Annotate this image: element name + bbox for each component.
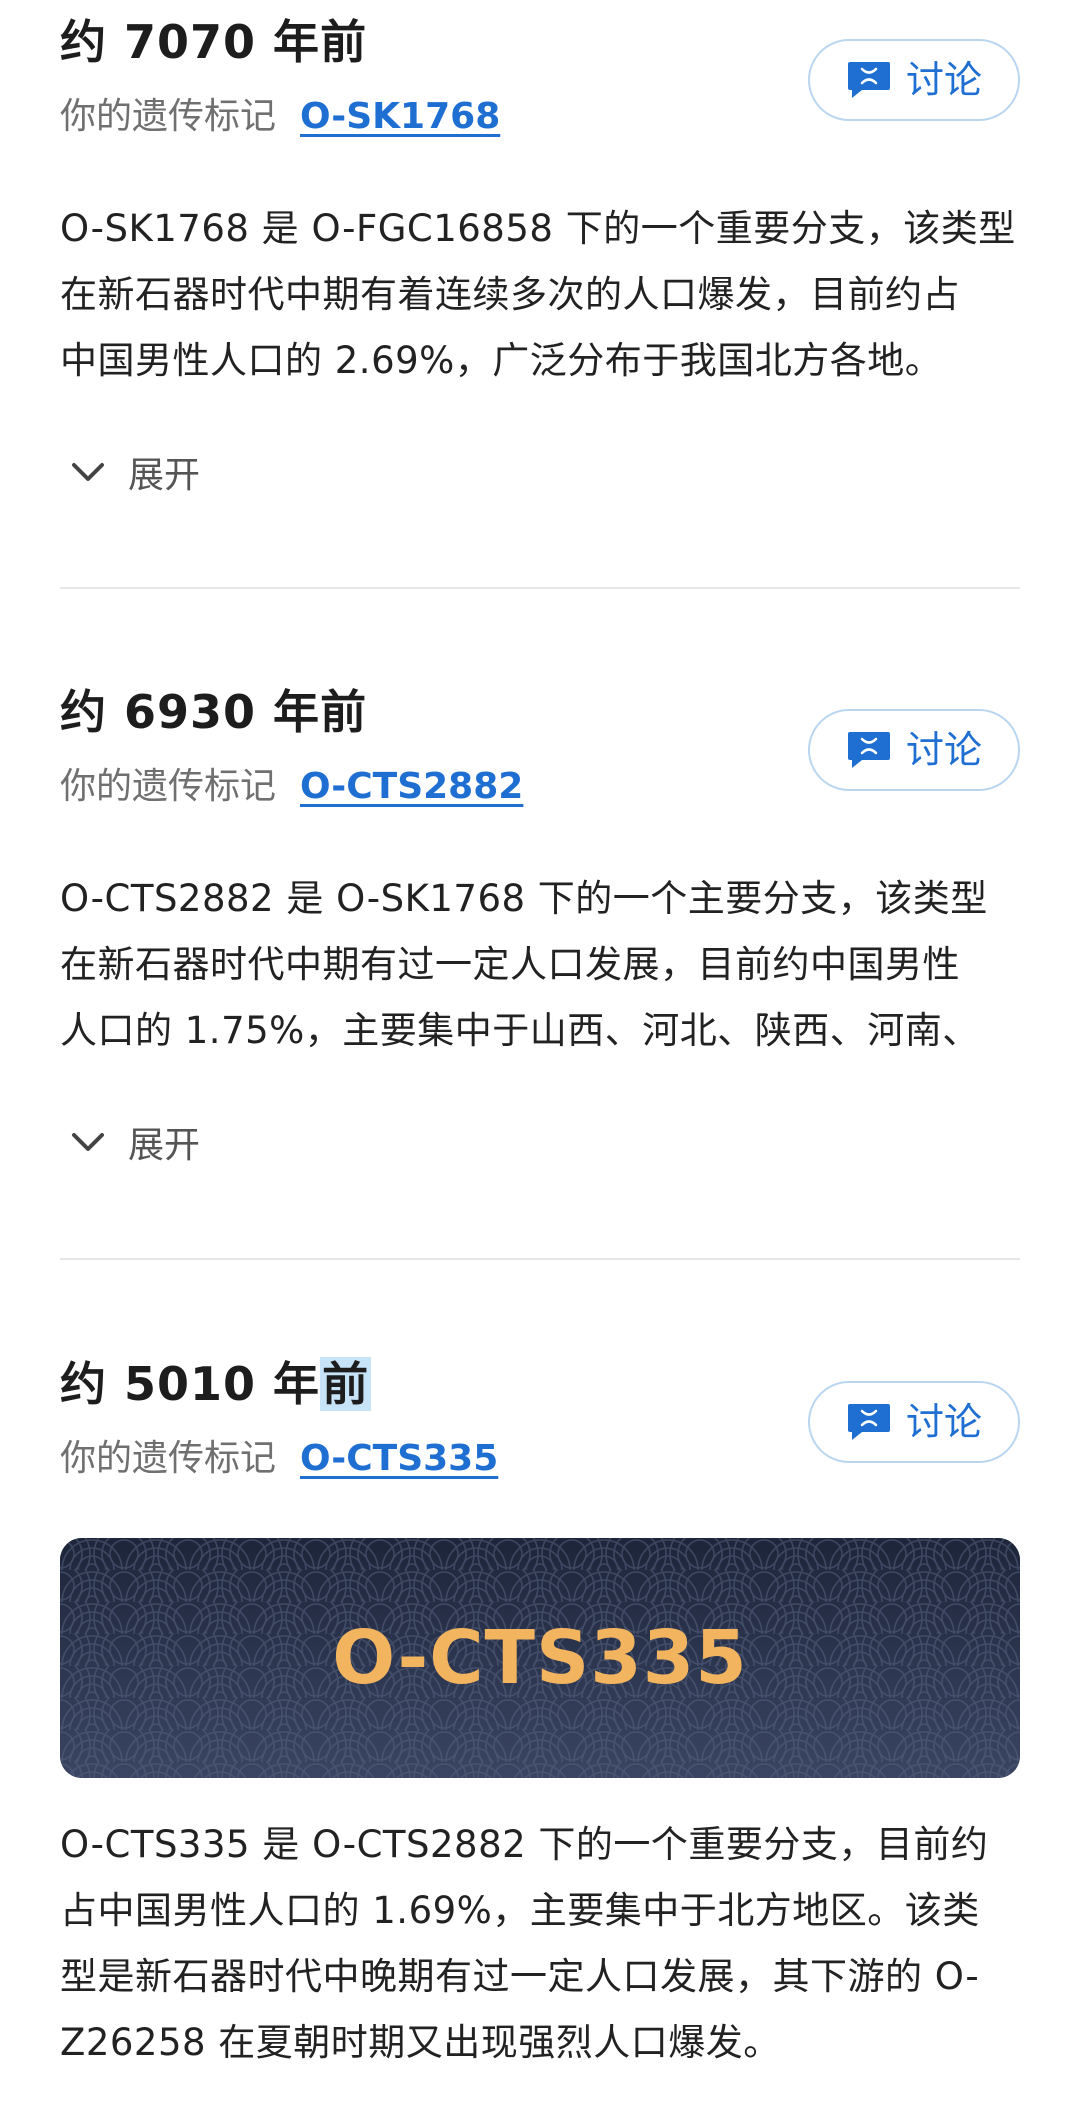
description-line: Z26258 在夏朝时期又出现强烈人口爆发。 <box>60 2021 781 2064</box>
discuss-label: 讨论 <box>905 58 982 102</box>
marker-label: 你的遗传标记 <box>60 766 277 807</box>
entry-title-text: 约 6930 年 <box>60 685 321 739</box>
entry-description: O-CTS2882 是 O-SK1768 下的一个主要分支，该类型 在新石器时代… <box>60 866 1020 1064</box>
chat-bubble-icon <box>847 732 890 768</box>
description-line: 人口的 1.75%，主要集中于山西、河北、陕西、河南、 <box>60 1009 980 1052</box>
haplogroup-entry: 约 7070 年前 你的遗传标记 O-SK1768 讨论 O-SK1768 是 O… <box>60 0 1020 560</box>
haplogroup-banner: O-CTS335 <box>60 1538 1020 1778</box>
description-line: O-SK1768 是 O-FGC16858 下的一个重要分支，该类型 <box>60 207 1016 250</box>
page: 约 7070 年前 你的遗传标记 O-SK1768 讨论 O-SK1768 是 O… <box>0 0 1080 2127</box>
marker-label: 你的遗传标记 <box>60 1438 277 1479</box>
divider <box>60 1258 1020 1260</box>
haplogroup-entry: 约 6930 年前 你的遗传标记 O-CTS2882 讨论 O-CTS2882 是… <box>60 670 1020 1230</box>
expand-label: 展开 <box>128 1125 201 1166</box>
entry-title-text: 约 5010 年 <box>60 1357 321 1411</box>
entry-title: 约 6930 年前 <box>60 682 367 742</box>
entry-title-suffix: 前 <box>320 15 368 69</box>
description-line: 在新石器时代中期有过一定人口发展，目前约中国男性 <box>60 943 960 986</box>
marker-label: 你的遗传标记 <box>60 96 277 137</box>
discuss-label: 讨论 <box>905 1400 982 1444</box>
chat-bubble-icon <box>847 1404 890 1440</box>
expand-toggle[interactable]: 展开 <box>70 446 200 498</box>
entry-description: O-SK1768 是 O-FGC16858 下的一个重要分支，该类型 在新石器时… <box>60 196 1020 394</box>
entry-title: 约 5010 年前 <box>60 1354 372 1414</box>
discuss-label: 讨论 <box>905 728 982 772</box>
chevron-down-icon <box>72 463 104 481</box>
discuss-button[interactable]: 讨论 <box>808 1381 1020 1463</box>
marker-link[interactable]: O-SK1768 <box>300 96 500 137</box>
description-line: 占中国男性人口的 1.69%，主要集中于北方地区。该类 <box>60 1889 980 1932</box>
marker-link[interactable]: O-CTS2882 <box>300 766 523 807</box>
discuss-button[interactable]: 讨论 <box>808 39 1020 121</box>
expand-toggle[interactable]: 展开 <box>70 1116 200 1168</box>
chevron-down-icon <box>72 1133 104 1151</box>
expand-label: 展开 <box>128 455 201 496</box>
entry-title-suffix: 前 <box>320 685 368 739</box>
entry-description: O-CTS335 是 O-CTS2882 下的一个重要分支，目前约 占中国男性人… <box>60 1812 1020 2076</box>
description-line: O-CTS2882 是 O-SK1768 下的一个主要分支，该类型 <box>60 877 988 920</box>
description-line: 中国男性人口的 2.69%，广泛分布于我国北方各地。 <box>60 339 943 382</box>
entry-title: 约 7070 年前 <box>60 12 367 72</box>
discuss-button[interactable]: 讨论 <box>808 709 1020 791</box>
chat-bubble-icon <box>847 62 890 98</box>
marker-row: 你的遗传标记 O-CTS2882 <box>60 762 523 812</box>
marker-link[interactable]: O-CTS335 <box>300 1438 498 1479</box>
marker-row: 你的遗传标记 O-SK1768 <box>60 92 500 142</box>
haplogroup-entry: 约 5010 年前 你的遗传标记 O-CTS335 讨论 O-CTS335 O-… <box>60 1342 1020 2122</box>
banner-title: O-CTS335 <box>332 1615 748 1701</box>
description-line: 型是新石器时代中晚期有过一定人口发展，其下游的 O- <box>60 1955 980 1998</box>
description-line: O-CTS335 是 O-CTS2882 下的一个重要分支，目前约 <box>60 1823 989 1866</box>
divider <box>60 587 1020 589</box>
entry-title-text: 约 7070 年 <box>60 15 321 69</box>
description-line: 在新石器时代中期有着连续多次的人口爆发，目前约占 <box>60 273 960 316</box>
entry-title-suffix-selected: 前 <box>320 1357 372 1411</box>
marker-row: 你的遗传标记 O-CTS335 <box>60 1434 498 1484</box>
